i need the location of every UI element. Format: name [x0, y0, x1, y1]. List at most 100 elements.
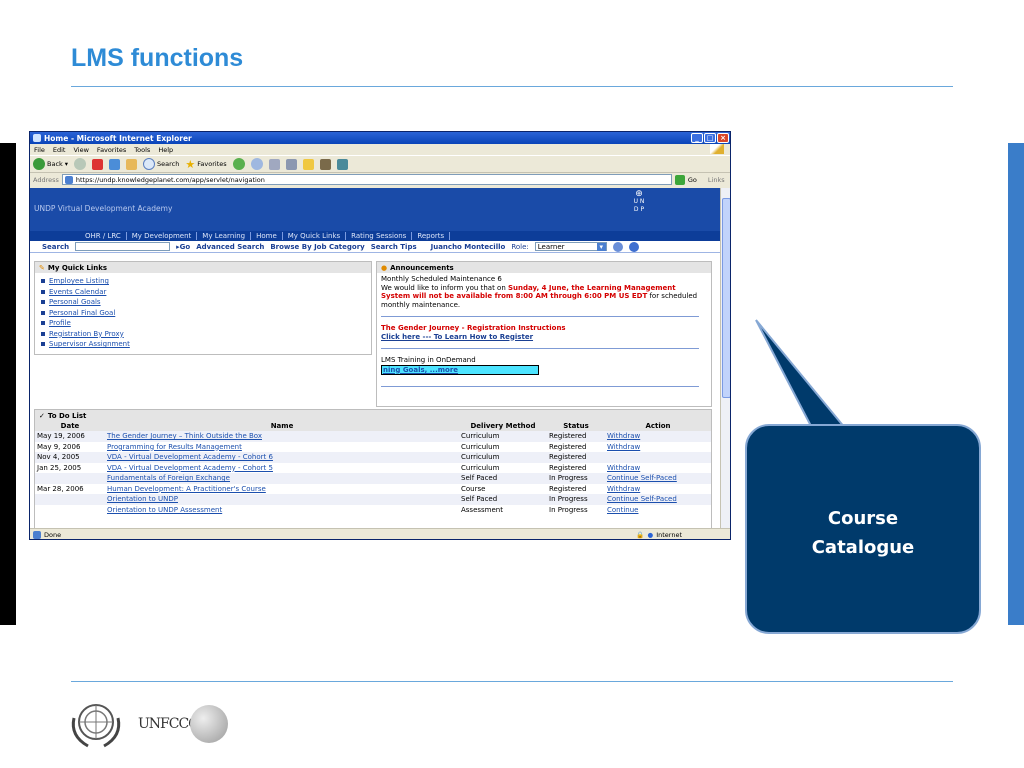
todo-table: Date Name Delivery Method Status Action … [35, 421, 711, 515]
edit-icon[interactable] [285, 158, 297, 170]
row-name-link[interactable]: VDA - Virtual Development Academy - Coho… [105, 452, 459, 463]
quick-links-list: Employee Listing Events Calendar Persona… [35, 273, 371, 353]
quick-link-personal-final-goal[interactable]: Personal Final Goal [49, 308, 115, 319]
history-icon[interactable] [250, 158, 263, 170]
todo-panel: ✓ To Do List Date Name Delivery Method St… [34, 409, 712, 528]
browse-by-job-category-link[interactable]: Browse By Job Category [270, 243, 364, 251]
url-field[interactable]: https://undp.knowledgeplanet.com/app/ser… [61, 174, 672, 185]
bullet-icon [41, 289, 45, 294]
col-status: Status [547, 421, 605, 431]
quick-link-supervisor-assignment[interactable]: Supervisor Assignment [49, 339, 130, 350]
course-catalogue-callout: Course Catalogue [745, 424, 981, 634]
table-row: Fundamentals of Foreign Exchange Self Pa… [35, 473, 711, 484]
search-input[interactable] [75, 242, 171, 251]
menu-view[interactable]: View [73, 146, 88, 154]
media-icon[interactable] [232, 158, 245, 170]
row-name-link[interactable]: Orientation to UNDP Assessment [105, 505, 459, 516]
row-name-link[interactable]: Fundamentals of Foreign Exchange [105, 473, 459, 484]
nav-my-quick-links[interactable]: My Quick Links [283, 232, 347, 240]
nav-home[interactable]: Home [251, 232, 283, 240]
checkmark-icon: ✓ [39, 411, 45, 420]
quick-link-profile[interactable]: Profile [49, 318, 71, 329]
nav-rating-sessions[interactable]: Rating Sessions [346, 232, 413, 240]
row-action-link[interactable]: Withdraw [605, 484, 711, 495]
menu-file[interactable]: File [34, 146, 45, 154]
close-button[interactable]: × [717, 133, 729, 143]
announcement-2-title: The Gender Journey - Registration Instru… [381, 324, 566, 332]
go-arrow-icon[interactable] [674, 174, 685, 185]
announcement-3-link[interactable]: ning Goals, ...more [381, 364, 539, 375]
logo-letter-d: D [633, 206, 639, 213]
row-action-link[interactable]: Withdraw [605, 442, 711, 453]
nav-reports[interactable]: Reports [412, 232, 451, 240]
row-status: Registered [549, 463, 587, 472]
row-action-link[interactable] [605, 452, 711, 463]
forward-icon[interactable] [74, 158, 87, 170]
nav-my-learning[interactable]: My Learning [197, 232, 252, 240]
help-icon[interactable] [612, 241, 623, 252]
search-label: Search [42, 242, 70, 251]
scroll-thumb[interactable] [722, 198, 730, 398]
home-icon[interactable] [126, 158, 138, 170]
refresh-icon[interactable] [109, 158, 121, 170]
back-button[interactable]: Back ▾ [33, 158, 68, 170]
chevron-down-icon: ▾ [596, 242, 606, 251]
row-name-link[interactable]: The Gender Journey – Think Outside the B… [105, 431, 459, 442]
menu-edit[interactable]: Edit [53, 146, 66, 154]
role-select[interactable]: Learner ▾ [534, 242, 607, 251]
row-action-link[interactable]: Withdraw [605, 463, 711, 474]
bullet-icon [41, 331, 45, 336]
unfccc-logo-text: UNFCCC [138, 716, 199, 732]
minimize-button[interactable]: _ [691, 133, 703, 143]
search-go-button[interactable]: ▸Go [176, 243, 190, 251]
search-button[interactable]: Search [143, 158, 179, 170]
advanced-search-link[interactable]: Advanced Search [196, 243, 264, 251]
go-label[interactable]: Go [688, 176, 697, 184]
row-method: Curriculum [461, 463, 500, 472]
favorites-button[interactable]: ★ Favorites [185, 158, 226, 171]
right-edge-bar [1008, 143, 1024, 625]
folder-icon[interactable] [302, 158, 314, 170]
row-status: Registered [549, 442, 587, 451]
window-titlebar: Home - Microsoft Internet Explorer _ □ × [30, 132, 730, 144]
col-name: Name [105, 421, 459, 431]
research-icon[interactable] [319, 158, 331, 170]
search-go-label: Go [179, 242, 191, 251]
todo-title: To Do List [47, 411, 87, 420]
quick-link-events-calendar[interactable]: Events Calendar [49, 287, 106, 298]
footer-logos: UNFCCC [68, 698, 228, 750]
messenger-icon[interactable] [336, 158, 348, 170]
row-action-link[interactable]: Withdraw [605, 431, 711, 442]
row-name-link[interactable]: Orientation to UNDP [105, 494, 459, 505]
announcements-header: ● Announcements [377, 262, 711, 273]
row-method: Curriculum [459, 452, 547, 463]
logo-letter-n: N [639, 198, 645, 205]
nav-ohr-lrc[interactable]: OHR / LRC [80, 232, 127, 240]
back-label: Back [47, 160, 63, 168]
vertical-scrollbar[interactable] [720, 188, 730, 528]
row-action-link[interactable]: Continue [605, 505, 711, 516]
table-row: Jan 25, 2005 VDA - Virtual Development A… [35, 463, 711, 474]
row-action-link[interactable]: Continue Self-Paced [605, 494, 711, 505]
quick-link-registration-by-proxy[interactable]: Registration By Proxy [49, 329, 124, 340]
maximize-button[interactable]: □ [704, 133, 716, 143]
search-tips-link[interactable]: Search Tips [371, 243, 417, 251]
row-name-link[interactable]: VDA - Virtual Development Academy - Coho… [105, 463, 459, 474]
windows-flag-icon [710, 144, 724, 154]
quick-link-employee-listing[interactable]: Employee Listing [49, 276, 109, 287]
logout-icon[interactable] [628, 241, 639, 252]
row-name-link[interactable]: Programming for Results Management [105, 442, 459, 453]
print-icon[interactable] [268, 158, 280, 170]
unfccc-logo: UNFCCC [138, 705, 228, 743]
stop-icon[interactable] [92, 158, 104, 170]
menu-help[interactable]: Help [158, 146, 173, 154]
row-name-link[interactable]: Human Development: A Practitioner's Cour… [105, 484, 459, 495]
menu-favorites[interactable]: Favorites [97, 146, 126, 154]
quick-link-personal-goals[interactable]: Personal Goals [49, 297, 101, 308]
bullet-icon [41, 321, 45, 326]
row-action-link[interactable]: Continue Self-Paced [605, 473, 711, 484]
announcement-2-link[interactable]: Click here --- To Learn How to Register [381, 333, 707, 342]
menu-tools[interactable]: Tools [134, 146, 150, 154]
links-label[interactable]: Links [708, 176, 725, 184]
nav-my-development[interactable]: My Development [127, 232, 198, 240]
